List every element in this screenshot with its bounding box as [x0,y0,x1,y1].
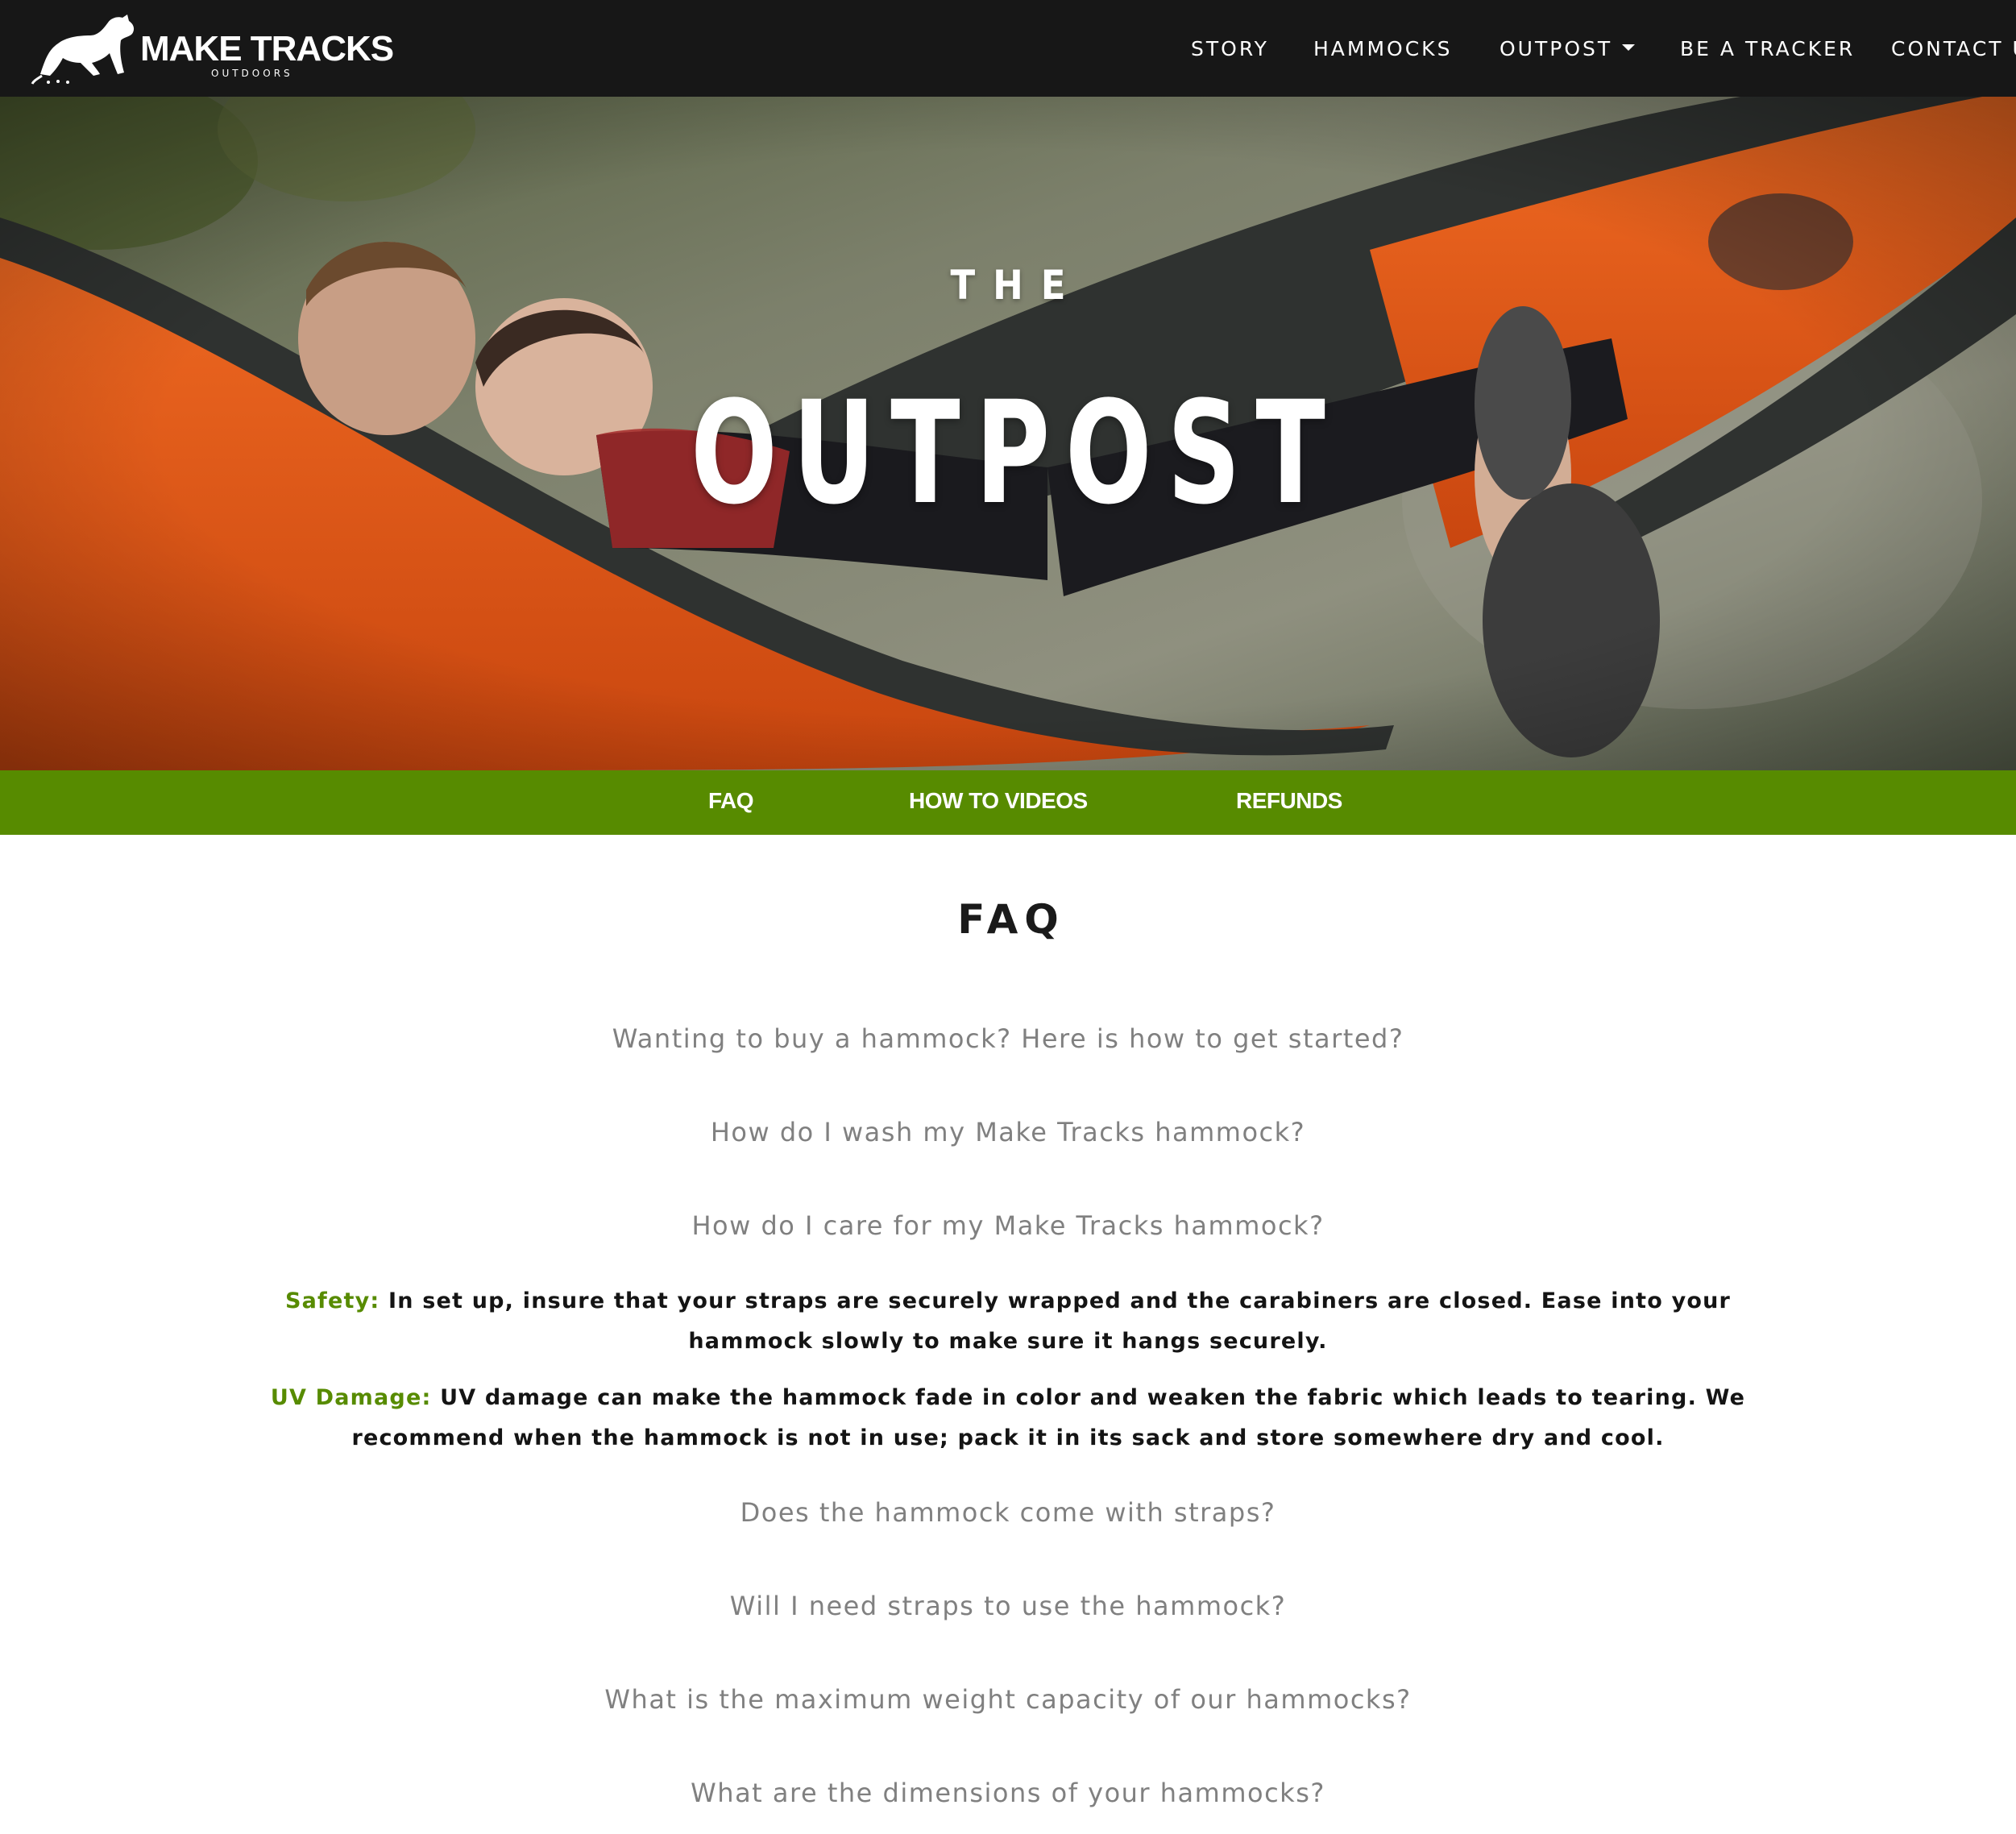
hero-banner: THE OUTPOST [0,97,2016,770]
answer-label: Safety: [284,1288,380,1313]
subnav-faq[interactable]: FAQ [708,788,754,814]
faq-heading: FAQ [957,896,1065,943]
hero-title: OUTPOST [691,371,1341,536]
nav-item-story[interactable]: STORY [1191,37,1269,60]
nav-item-contact[interactable]: CONTACT U [1891,37,2016,60]
faq-question[interactable]: How do I wash my Make Tracks hammock? [0,1117,2016,1147]
brand-name: MAKE TRACKS [140,29,394,68]
faq-question[interactable]: What is the maximum weight capacity of o… [0,1684,2016,1715]
faq-question[interactable]: How do I care for my Make Tracks hammock… [0,1210,2016,1241]
nav-item-hammocks[interactable]: HAMMOCKS [1313,37,1452,60]
subnav-refunds[interactable]: REFUNDS [1236,788,1342,814]
answer-text: In set up, insure that your straps are s… [380,1288,1732,1354]
faq-answer-uv-damage: UV Damage: UV damage can make the hammoc… [266,1378,1750,1458]
chevron-down-icon [1622,44,1636,51]
brand-logo[interactable]: MAKE TRACKS OUTDOORS [31,11,394,85]
faq-answer-safety: Safety: In set up, insure that your stra… [266,1281,1750,1362]
nav-item-be-a-tracker[interactable]: BE A TRACKER [1680,37,1855,60]
answer-label: UV Damage: [270,1385,432,1410]
faq-question[interactable]: Will I need straps to use the hammock? [0,1591,2016,1621]
faq-question[interactable]: Does the hammock come with straps? [0,1497,2016,1528]
mountain-lion-icon [31,15,135,85]
page: MAKE TRACKS OUTDOORS STORY HAMMOCKS OUTP… [0,0,2016,1834]
brand-subtitle: OUTDOORS [211,68,293,79]
hero-subtitle: THE [950,262,1084,309]
top-navbar: MAKE TRACKS OUTDOORS STORY HAMMOCKS OUTP… [0,0,2016,97]
answer-text: UV damage can make the hammock fade in c… [351,1385,1746,1450]
faq-question[interactable]: Wanting to buy a hammock? Here is how to… [0,1023,2016,1054]
outpost-subnav: FAQ HOW TO VIDEOS REFUNDS [0,770,2016,835]
faq-question[interactable]: What are the dimensions of your hammocks… [0,1778,2016,1808]
nav-item-outpost-label: OUTPOST [1500,37,1613,60]
subnav-how-to-videos[interactable]: HOW TO VIDEOS [909,788,1088,814]
nav-item-outpost[interactable]: OUTPOST [1500,37,1636,60]
